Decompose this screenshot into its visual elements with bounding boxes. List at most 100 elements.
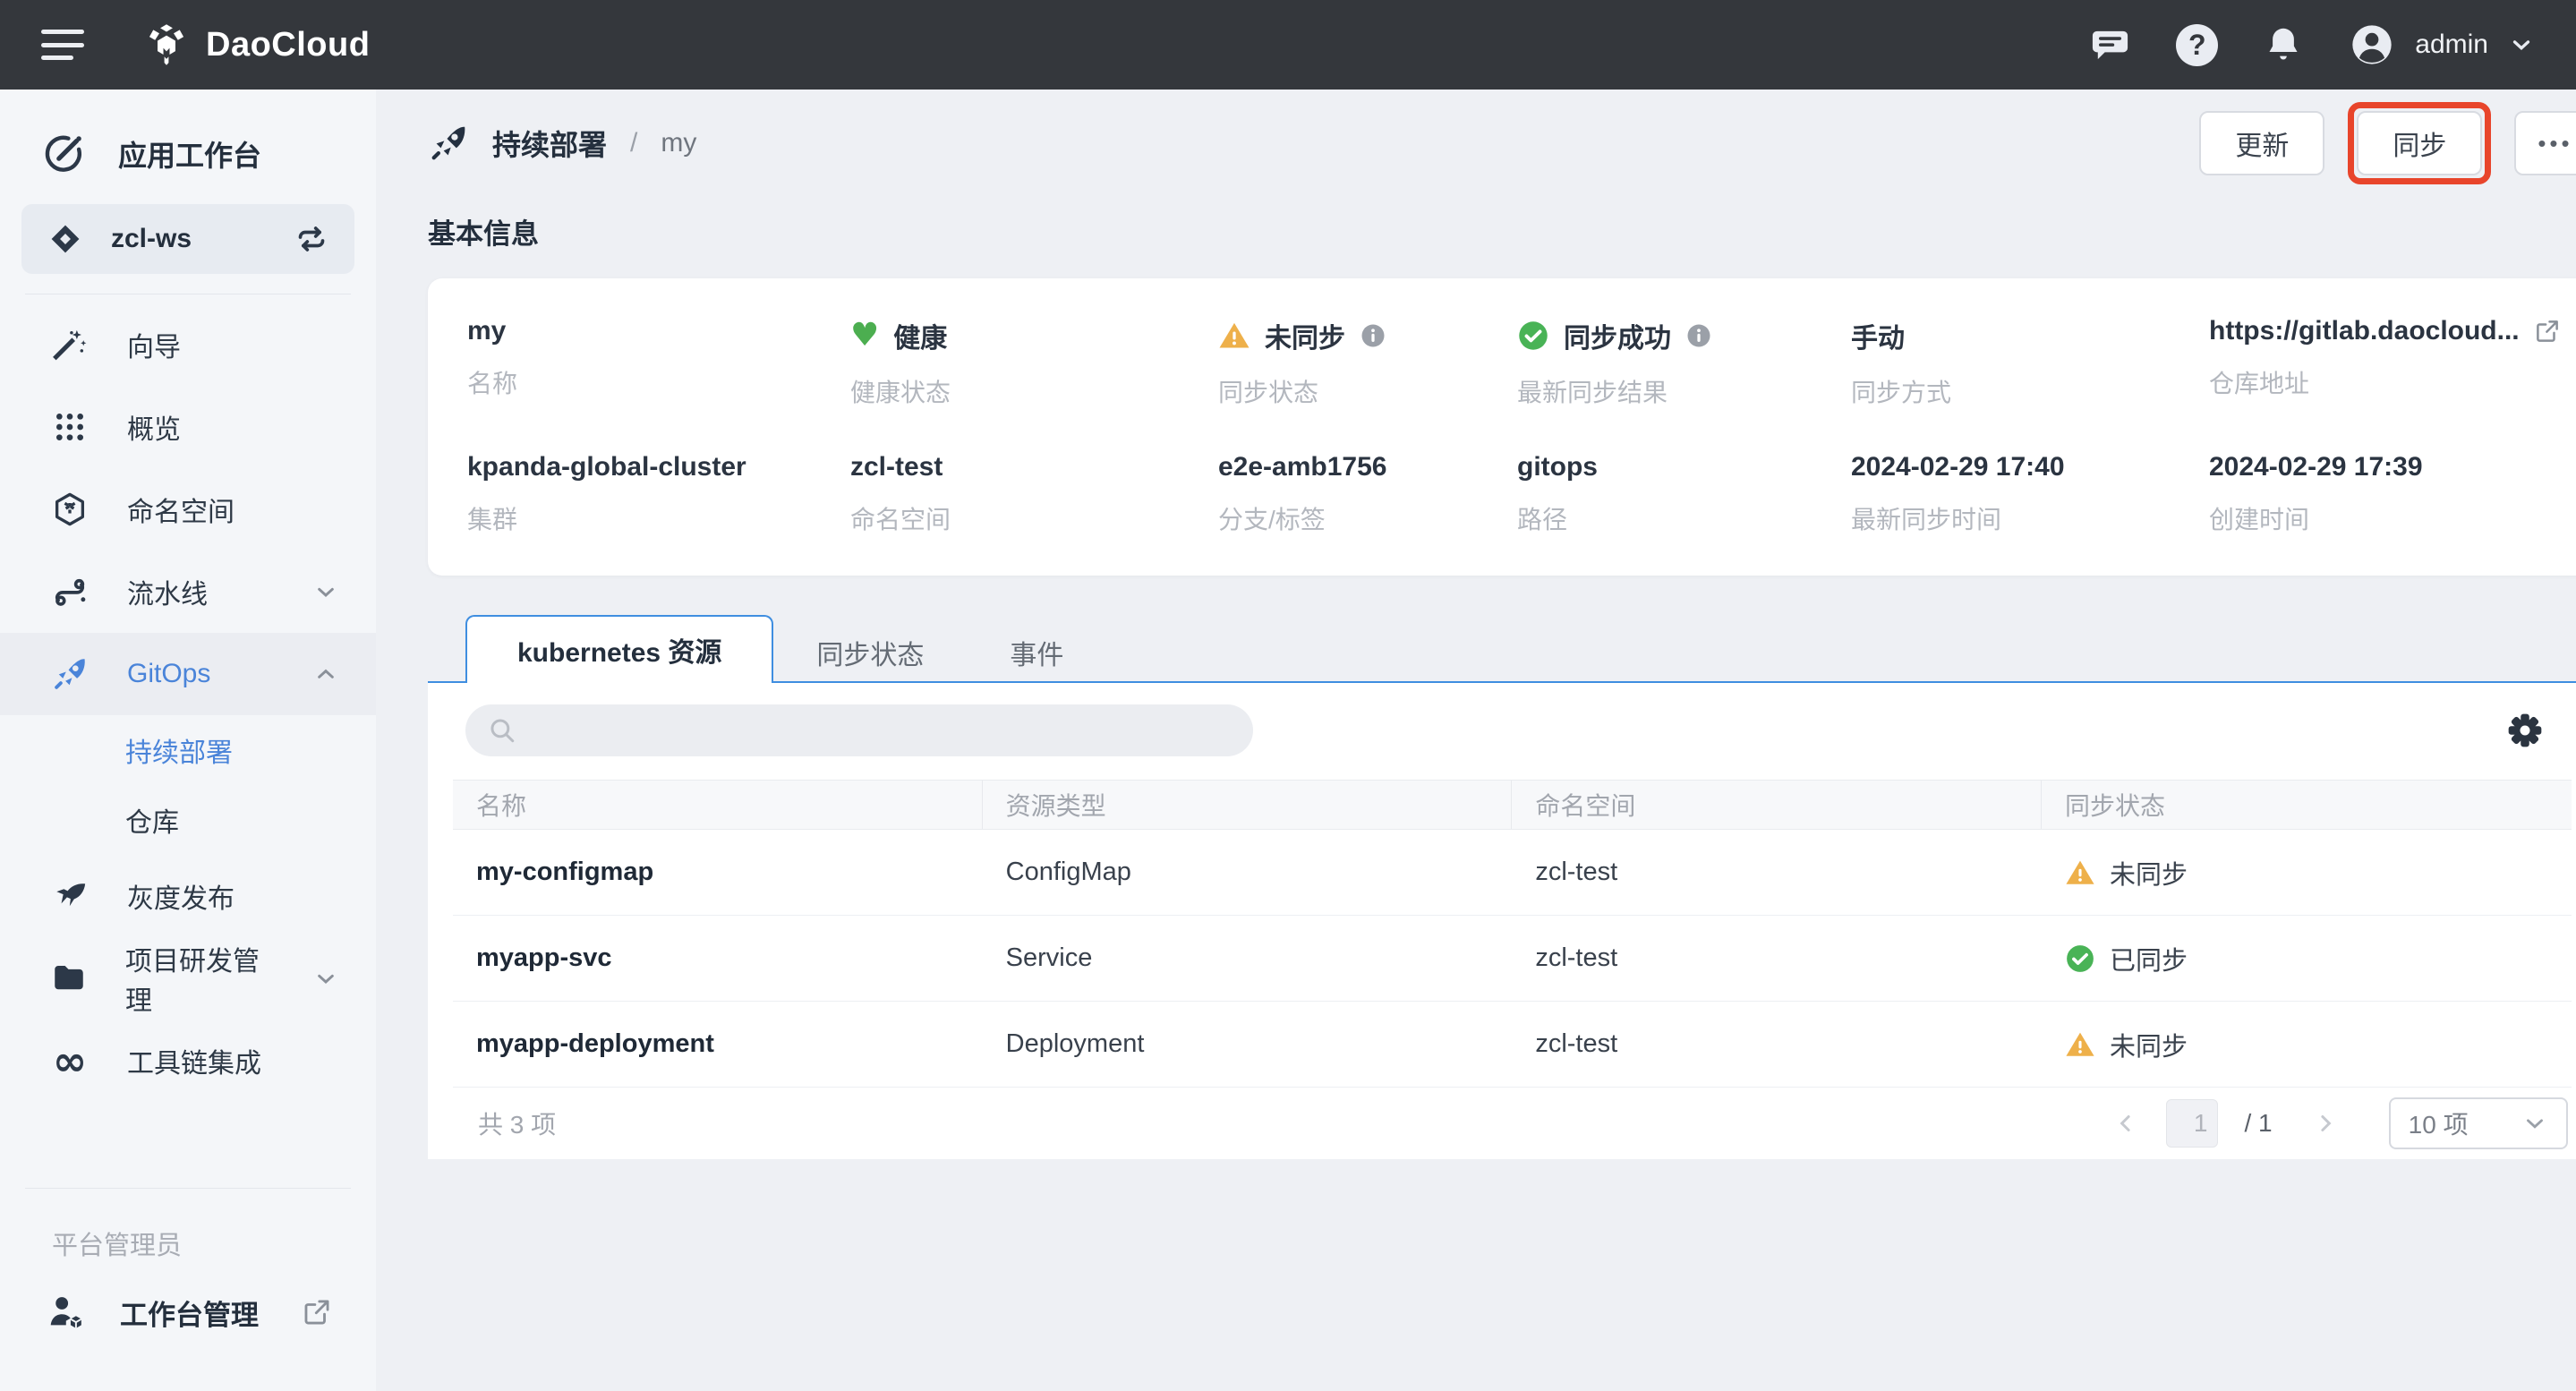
- field-last-sync-result: 同步成功 最新同步结果: [1517, 316, 1851, 409]
- table-row[interactable]: myapp-deployment Deployment zcl-test 未同步: [453, 1002, 2572, 1088]
- field-health-status: ♥ 健康 健康状态: [850, 316, 1218, 409]
- cube-icon: [50, 491, 90, 528]
- chevron-up-icon: [311, 660, 340, 688]
- sidebar-item-wizard[interactable]: 向导: [0, 303, 376, 386]
- workbench-icon: [41, 132, 86, 176]
- sidebar-item-project-management[interactable]: 项目研发管理: [0, 937, 376, 1020]
- role-label: 平台管理员: [0, 1198, 376, 1275]
- update-button[interactable]: 更新: [2199, 111, 2324, 175]
- field-sync-mode: 手动 同步方式: [1851, 316, 2209, 409]
- pagination: / 1 10 项: [2112, 1097, 2568, 1149]
- tab-panel: 名称 资源类型 命名空间 同步状态 my-configmap ConfigMap…: [428, 683, 2576, 1159]
- column-header-sync-status: 同步状态: [2042, 781, 2572, 829]
- table-footer: 共 3 项 / 1 10 项: [453, 1088, 2572, 1159]
- messages-icon[interactable]: [2089, 24, 2131, 66]
- notifications-bell-icon[interactable]: [2263, 24, 2304, 65]
- rocket-icon: [428, 123, 469, 164]
- brand-name: DaoCloud: [206, 26, 370, 64]
- sidebar-section-title: 应用工作台: [0, 116, 376, 192]
- search-input[interactable]: [530, 716, 1232, 745]
- page-number-input[interactable]: [2166, 1099, 2218, 1148]
- field-sync-status: 未同步 同步状态: [1218, 316, 1517, 409]
- breadcrumb-current: my: [661, 128, 696, 158]
- table-settings-gear-icon[interactable]: [2505, 711, 2545, 750]
- breadcrumb: 持续部署 / my: [428, 123, 696, 164]
- external-link-icon[interactable]: [2534, 318, 2561, 345]
- field-name: my 名称: [467, 316, 850, 409]
- basic-info-card: my 名称 ♥ 健康 健康状态 未同步: [428, 278, 2576, 576]
- help-icon[interactable]: ?: [2176, 24, 2218, 66]
- field-last-sync-time: 2024-02-29 17:40 最新同步时间: [1851, 452, 2209, 536]
- warning-icon: [2065, 1029, 2095, 1060]
- pipeline-icon: [50, 573, 90, 610]
- synced-icon: [2065, 943, 2095, 974]
- tab-events[interactable]: 事件: [967, 624, 1106, 681]
- wand-icon: [50, 326, 90, 363]
- status-badge: 已同步: [2042, 940, 2572, 977]
- column-header-type: 资源类型: [983, 781, 1513, 829]
- search-icon: [487, 715, 517, 746]
- table-row[interactable]: myapp-svc Service zcl-test 已同步: [453, 916, 2572, 1002]
- field-branch-tag: e2e-amb1756 分支/标签: [1218, 452, 1517, 536]
- warning-icon: [2065, 858, 2095, 888]
- chevron-down-icon: [2521, 1110, 2548, 1137]
- tab-sync-status[interactable]: 同步状态: [773, 624, 967, 681]
- warning-icon: [1218, 320, 1250, 352]
- field-created-time: 2024-02-29 17:39 创建时间: [2209, 452, 2561, 536]
- sidebar-item-gray-release[interactable]: 灰度发布: [0, 855, 376, 937]
- rocket-icon: [50, 655, 90, 693]
- next-page-icon[interactable]: [2312, 1110, 2339, 1137]
- sidebar-item-overview[interactable]: 概览: [0, 386, 376, 468]
- info-icon[interactable]: [1360, 322, 1386, 349]
- basic-info-title: 基本信息: [428, 211, 2576, 252]
- switch-workspace-icon[interactable]: [294, 221, 329, 257]
- info-icon[interactable]: [1685, 322, 1712, 349]
- brand: DaoCloud: [143, 21, 370, 68]
- page-total: / 1: [2245, 1109, 2273, 1138]
- field-cluster: kpanda-global-cluster 集群: [467, 452, 850, 536]
- user-menu[interactable]: admin: [2349, 21, 2535, 68]
- workspace-icon: [47, 220, 84, 258]
- repo-url-link[interactable]: https://gitlab.daocloud...: [2209, 316, 2520, 346]
- prev-page-icon[interactable]: [2112, 1110, 2139, 1137]
- sidebar-subitem-repository[interactable]: 仓库: [0, 785, 376, 855]
- grid-icon: [50, 409, 90, 445]
- daocloud-logo-icon: [143, 21, 190, 68]
- workspace-switcher[interactable]: zcl-ws: [21, 204, 354, 274]
- sync-button[interactable]: 同步: [2357, 111, 2482, 175]
- sidebar-item-workbench-management[interactable]: 工作台管理: [0, 1275, 376, 1350]
- heart-icon: ♥: [850, 320, 879, 352]
- sidebar-item-pipelines[interactable]: 流水线: [0, 550, 376, 633]
- field-namespace: zcl-test 命名空间: [850, 452, 1218, 536]
- sidebar-item-toolchain[interactable]: ∞ 工具链集成: [0, 1020, 376, 1102]
- sidebar: 应用工作台 zcl-ws: [0, 90, 376, 1391]
- breadcrumb-separator: /: [630, 128, 637, 158]
- total-count: 共 3 项: [456, 1105, 556, 1141]
- field-path: gitops 路径: [1517, 452, 1851, 536]
- status-badge: 未同步: [2042, 1026, 2572, 1063]
- main-content: 持续部署 / my 更新 同步 ••• 基本信息 my 名称 ♥ 健康: [376, 90, 2576, 1391]
- more-actions-button[interactable]: •••: [2514, 111, 2576, 175]
- column-header-name: 名称: [453, 781, 983, 829]
- sidebar-subitem-continuous-deployment[interactable]: 持续部署: [0, 715, 376, 785]
- page-size-select[interactable]: 10 项: [2389, 1097, 2568, 1149]
- table-row[interactable]: my-configmap ConfigMap zcl-test 未同步: [453, 830, 2572, 916]
- tab-kubernetes-resources[interactable]: kubernetes 资源: [465, 615, 773, 683]
- external-link-icon: [302, 1297, 332, 1327]
- avatar: [2349, 21, 2395, 68]
- field-repo-url: https://gitlab.daocloud... 仓库地址: [2209, 316, 2561, 409]
- menu-toggle-icon[interactable]: [41, 30, 84, 60]
- sidebar-item-namespaces[interactable]: 命名空间: [0, 468, 376, 550]
- table-header: 名称 资源类型 命名空间 同步状态: [453, 780, 2572, 830]
- chevron-down-icon: [311, 577, 340, 606]
- topbar: DaoCloud ? admin: [0, 0, 2576, 90]
- tab-bar: kubernetes 资源 同步状态 事件: [428, 615, 2576, 683]
- breadcrumb-root[interactable]: 持续部署: [492, 123, 607, 164]
- sidebar-item-gitops[interactable]: GitOps: [0, 633, 376, 715]
- bird-icon: [50, 877, 90, 915]
- folder-icon: [50, 960, 88, 997]
- search-box[interactable]: [465, 704, 1253, 756]
- workspace-name: zcl-ws: [111, 224, 192, 254]
- success-icon: [1517, 320, 1549, 352]
- user-chevron-down-icon: [2508, 31, 2535, 58]
